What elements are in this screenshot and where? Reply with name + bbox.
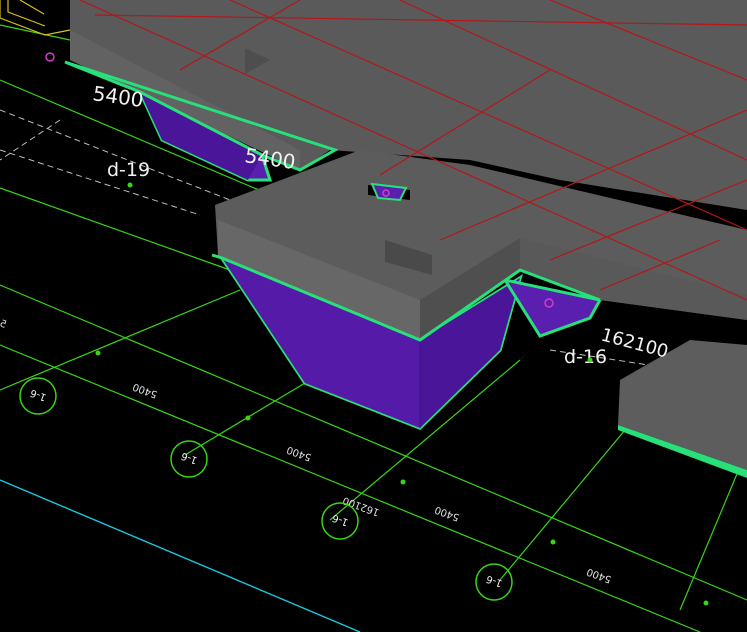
cad-viewport[interactable]: 5400 5400 162100 d-19 d-16 5400 5400 540… bbox=[0, 0, 747, 632]
construction-line bbox=[0, 149, 201, 216]
axis-bubble[interactable]: 1-6 bbox=[475, 563, 513, 601]
svg-text:1-6: 1-6 bbox=[485, 573, 504, 589]
grid-dim: 5400 bbox=[585, 565, 613, 584]
grid-dim: 5400 bbox=[131, 380, 159, 399]
dim-label: 162100 bbox=[599, 325, 671, 363]
axis-line-cyan bbox=[0, 479, 361, 632]
grid-dim: 5400 bbox=[285, 443, 313, 462]
axis-label-d16: d-16 bbox=[564, 346, 607, 368]
construction-line bbox=[0, 119, 61, 161]
grid-line bbox=[0, 187, 231, 271]
marker-circle bbox=[45, 52, 55, 62]
slab-lower-right bbox=[618, 340, 747, 478]
grid-dim: 162100 bbox=[341, 494, 381, 517]
grid-dim: 5400 bbox=[0, 312, 8, 331]
svg-text:1-6: 1-6 bbox=[180, 450, 199, 466]
model-scene[interactable]: 5400 5400 162100 d-19 d-16 5400 5400 540… bbox=[0, 0, 747, 632]
svg-text:1-6: 1-6 bbox=[331, 512, 350, 528]
yellow-hatch bbox=[0, 0, 71, 36]
grid-dim: 5400 bbox=[433, 503, 461, 522]
grid-line bbox=[0, 289, 241, 391]
axis-bubble[interactable]: 1-6 bbox=[321, 502, 359, 540]
axis-label-d19: d-19 bbox=[107, 159, 150, 181]
axis-bubble[interactable]: 1-6 bbox=[19, 377, 57, 415]
axis-bubble[interactable]: 1-6 bbox=[170, 440, 208, 478]
svg-text:1-6: 1-6 bbox=[29, 387, 48, 403]
